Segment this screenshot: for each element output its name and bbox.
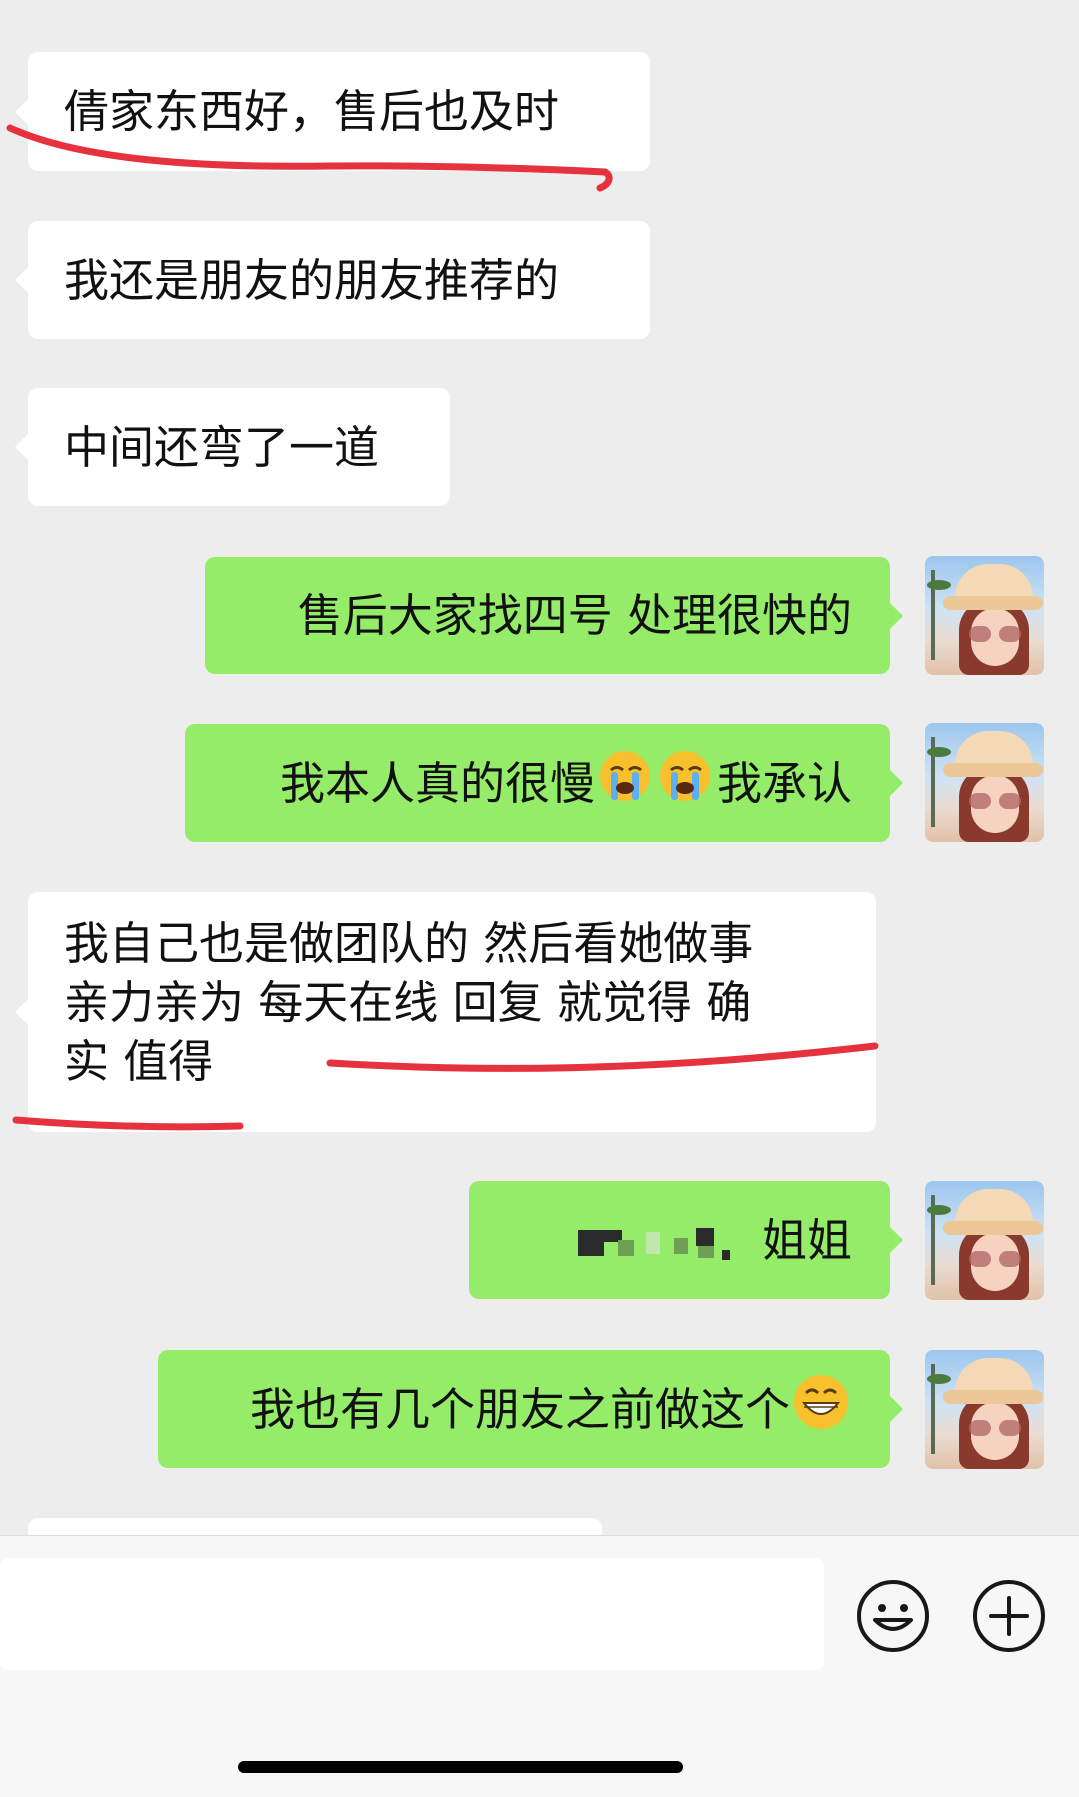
crying-face-emoji	[597, 746, 715, 820]
message-line: 我自己也是做团队的 然后看她做事	[64, 917, 754, 970]
message-text: 我承认	[716, 756, 852, 810]
message-bubble-outgoing[interactable]: 我也有几个朋友之前做这个	[158, 1350, 903, 1468]
message-text: 倩家东西好，售后也及时	[64, 85, 560, 138]
message-bubble-incoming[interactable]: 我还是朋友的朋友推荐的	[15, 221, 650, 339]
avatar[interactable]	[925, 1181, 1044, 1300]
home-indicator	[238, 1761, 683, 1773]
message-text: 中间还弯了一道	[64, 420, 380, 474]
message-bubble-outgoing[interactable]: 我本人真的很慢 我承认	[185, 724, 903, 842]
message-bubble-incoming-partial[interactable]	[28, 1518, 602, 1535]
chat-area[interactable]: 倩家东西好，售后也及时 我还是朋友的朋友推荐的 中间还弯了一道 售后大家找四号 …	[0, 0, 1079, 1535]
input-toolbar	[0, 1535, 1079, 1797]
redacted-name	[526, 1210, 756, 1270]
message-text: 我也有几个朋友之前做这个	[249, 1382, 790, 1436]
avatar[interactable]	[925, 723, 1044, 842]
avatar[interactable]	[925, 1350, 1044, 1469]
message-text: 售后大家找四号 处理很快的	[297, 589, 852, 642]
message-bubble-outgoing[interactable]: 售后大家找四号 处理很快的	[205, 557, 903, 674]
message-line: 亲力亲为 每天在线 回复 就觉得 确	[64, 976, 752, 1029]
smiley-icon[interactable]	[855, 1578, 931, 1654]
plus-circle-icon[interactable]	[971, 1578, 1047, 1654]
message-text: 姐姐	[761, 1213, 852, 1267]
grinning-face-emoji	[792, 1373, 850, 1445]
avatar[interactable]	[925, 556, 1044, 675]
message-bubble-incoming[interactable]: 我自己也是做团队的 然后看她做事 亲力亲为 每天在线 回复 就觉得 确 实 值得	[15, 892, 876, 1132]
message-text: 我还是朋友的朋友推荐的	[64, 253, 560, 307]
message-bubble-incoming[interactable]: 中间还弯了一道	[15, 388, 450, 506]
message-line: 实 值得	[64, 1035, 214, 1088]
message-input[interactable]	[0, 1558, 824, 1670]
message-bubble-outgoing[interactable]: 姐姐	[469, 1181, 903, 1299]
message-bubble-incoming[interactable]: 倩家东西好，售后也及时	[15, 52, 650, 171]
message-text: 我本人真的很慢	[279, 756, 595, 810]
